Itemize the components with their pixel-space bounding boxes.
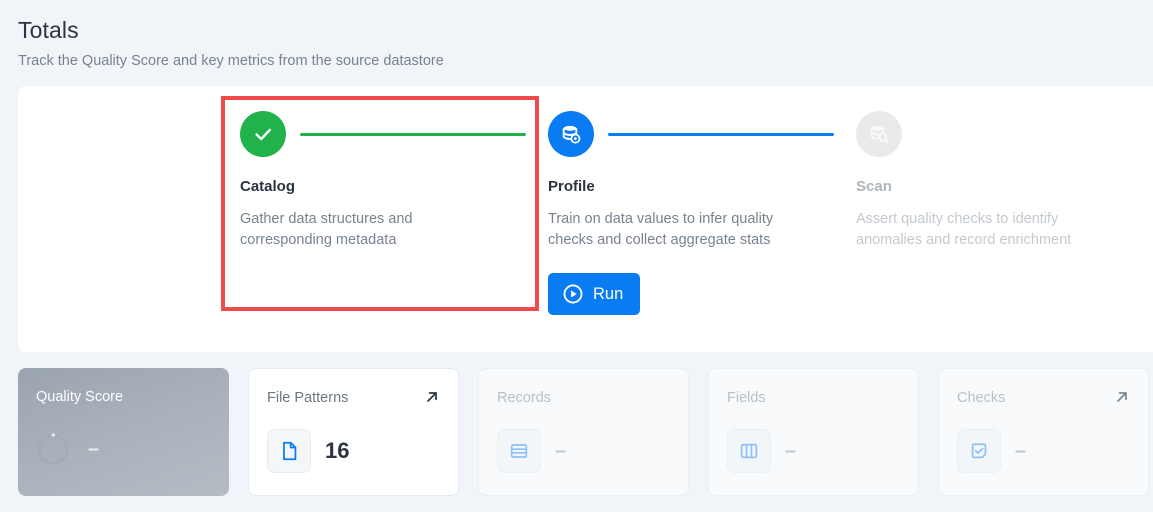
metric-label-fields: Fields (727, 390, 766, 406)
metric-value-records: – (555, 440, 567, 462)
workflow-steps-row: Catalog Gather data structures and corre… (18, 86, 1153, 315)
page-title: Totals (18, 17, 79, 43)
metric-card-file-patterns[interactable]: File Patterns 16 (248, 368, 459, 496)
step-title-profile: Profile (548, 178, 595, 195)
metric-label-checks: Checks (957, 390, 1006, 406)
metric-card-fields: Fields – (708, 368, 919, 496)
rows-icon (497, 429, 541, 473)
metric-label-records: Records (497, 390, 551, 406)
metric-value-checks: – (1015, 440, 1027, 462)
metric-body-checks: – (957, 429, 1130, 473)
database-search-icon (856, 111, 902, 157)
step-header-catalog (240, 111, 526, 157)
step-description-catalog: Gather data structures and corresponding… (240, 211, 413, 248)
step-header-profile (548, 111, 834, 157)
metric-card-quality-score[interactable]: Quality Score – (18, 368, 229, 496)
columns-icon (727, 429, 771, 473)
check-icon (240, 111, 286, 157)
play-circle-icon (562, 283, 584, 305)
workflow-steps-panel: Catalog Gather data structures and corre… (18, 86, 1153, 352)
workflow-step-profile[interactable]: Profile Train on data values to infer qu… (548, 111, 856, 315)
step-description-scan: Assert quality checks to identify anomal… (856, 211, 1072, 248)
page-header: Totals Track the Quality Score and key m… (0, 0, 1153, 71)
workflow-step-scan: Scan Assert quality checks to identify a… (856, 111, 1153, 315)
run-button-label: Run (593, 284, 624, 303)
step-connector-profile-scan (608, 132, 834, 136)
page-subtitle: Track the Quality Score and key metrics … (18, 53, 444, 69)
metric-body-file-patterns: 16 (267, 429, 440, 473)
file-icon (267, 429, 311, 473)
run-button[interactable]: Run (548, 273, 640, 315)
arrow-up-right-icon[interactable] (424, 389, 440, 405)
metric-value-fields: – (785, 440, 797, 462)
step-description-profile: Train on data values to infer quality ch… (548, 211, 774, 248)
metric-body-quality-score: – (36, 432, 211, 466)
step-title-scan: Scan (856, 178, 892, 195)
progress-ring-icon (36, 432, 70, 466)
workflow-step-catalog[interactable]: Catalog Gather data structures and corre… (240, 111, 548, 315)
step-connector-catalog-profile (300, 132, 526, 136)
metric-card-records: Records – (478, 368, 689, 496)
metric-label-quality-score: Quality Score (36, 389, 124, 405)
metric-label-file-patterns: File Patterns (267, 390, 349, 406)
metric-body-records: – (497, 429, 670, 473)
check-square-icon (957, 429, 1001, 473)
metric-value-quality-score: – (88, 437, 100, 460)
database-profile-icon (548, 111, 594, 157)
metric-body-fields: – (727, 429, 900, 473)
step-title-catalog: Catalog (240, 178, 296, 195)
metrics-row: Quality Score – File Patterns 16 Records… (18, 368, 1149, 496)
step-header-scan (856, 111, 1142, 157)
arrow-up-right-icon[interactable] (1114, 389, 1130, 405)
metric-card-checks[interactable]: Checks – (938, 368, 1149, 496)
metric-value-file-patterns: 16 (325, 438, 350, 463)
